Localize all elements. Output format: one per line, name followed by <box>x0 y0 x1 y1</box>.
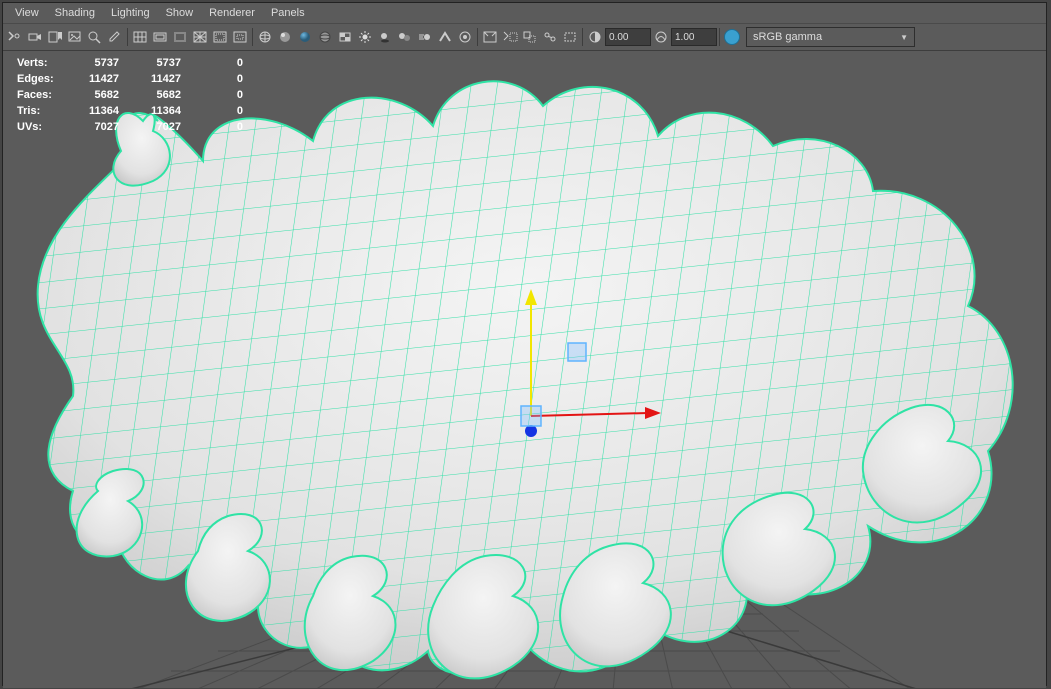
menu-panels[interactable]: Panels <box>263 5 313 21</box>
toolbar-separator <box>719 28 720 46</box>
dropdown-arrow-icon: ▼ <box>900 33 908 42</box>
view-transform-dropdown[interactable]: sRGB gamma ▼ <box>746 27 915 47</box>
film-gate-icon[interactable] <box>150 27 170 47</box>
grease-pencil-icon[interactable] <box>105 27 125 47</box>
color-management-icon[interactable] <box>722 27 742 47</box>
field-chart-icon[interactable] <box>190 27 210 47</box>
exposure-field[interactable]: 0.00 <box>605 28 651 46</box>
menu-shading[interactable]: Shading <box>47 5 103 21</box>
view-transform-value: sRGB gamma <box>753 31 822 43</box>
toolbar-separator <box>127 28 128 46</box>
hud-row: Edges: 11427 11427 0 <box>11 71 249 87</box>
xray-joints-icon[interactable] <box>540 27 560 47</box>
grid-icon[interactable] <box>130 27 150 47</box>
anti-alias-icon[interactable] <box>435 27 455 47</box>
hud-row: Faces: 5682 5682 0 <box>11 87 249 103</box>
motion-blur-icon[interactable] <box>415 27 435 47</box>
panel-menu-bar: View Shading Lighting Show Renderer Pane… <box>3 3 1046 24</box>
textured-icon[interactable] <box>335 27 355 47</box>
shadows-icon[interactable] <box>375 27 395 47</box>
menu-lighting[interactable]: Lighting <box>103 5 158 21</box>
2d-pan-zoom-icon[interactable] <box>85 27 105 47</box>
toolbar-separator <box>582 28 583 46</box>
menu-view[interactable]: View <box>7 5 47 21</box>
wireframe-on-shaded-icon[interactable] <box>315 27 335 47</box>
poly-count-hud: Verts: 5737 5737 0 Edges: 11427 11427 0 … <box>11 55 249 135</box>
exposure-icon[interactable] <box>585 27 605 47</box>
hud-row: Tris: 11364 11364 0 <box>11 103 249 119</box>
viewport-3d-scene <box>3 51 1046 688</box>
camera-attributes-icon[interactable] <box>25 27 45 47</box>
panel-toolbar: 0.00 1.00 sRGB gamma ▼ <box>3 24 1046 51</box>
menu-show[interactable]: Show <box>158 5 202 21</box>
select-camera-icon[interactable] <box>5 27 25 47</box>
mesh-object[interactable] <box>3 51 1046 688</box>
gate-mask-icon[interactable] <box>170 27 190 47</box>
component-xray-icon[interactable] <box>560 27 580 47</box>
toolbar-separator <box>252 28 253 46</box>
bookmarks-icon[interactable] <box>45 27 65 47</box>
use-default-material-icon[interactable] <box>295 27 315 47</box>
menu-renderer[interactable]: Renderer <box>201 5 263 21</box>
use-all-lights-icon[interactable] <box>355 27 375 47</box>
safe-title-icon[interactable] <box>230 27 250 47</box>
gamma-icon[interactable] <box>651 27 671 47</box>
depth-of-field-icon[interactable] <box>455 27 475 47</box>
viewport-panel[interactable]: Verts: 5737 5737 0 Edges: 11427 11427 0 … <box>3 51 1046 688</box>
wireframe-icon[interactable] <box>255 27 275 47</box>
gamma-field[interactable]: 1.00 <box>671 28 717 46</box>
xray-icon[interactable] <box>500 27 520 47</box>
smooth-shade-icon[interactable] <box>275 27 295 47</box>
ambient-occlusion-icon[interactable] <box>395 27 415 47</box>
safe-action-icon[interactable] <box>210 27 230 47</box>
image-plane-icon[interactable] <box>65 27 85 47</box>
isolate-select-icon[interactable] <box>480 27 500 47</box>
toolbar-separator <box>477 28 478 46</box>
xray-active-icon[interactable] <box>520 27 540 47</box>
hud-row: UVs: 7027 7027 0 <box>11 119 249 135</box>
hud-row: Verts: 5737 5737 0 <box>11 55 249 71</box>
